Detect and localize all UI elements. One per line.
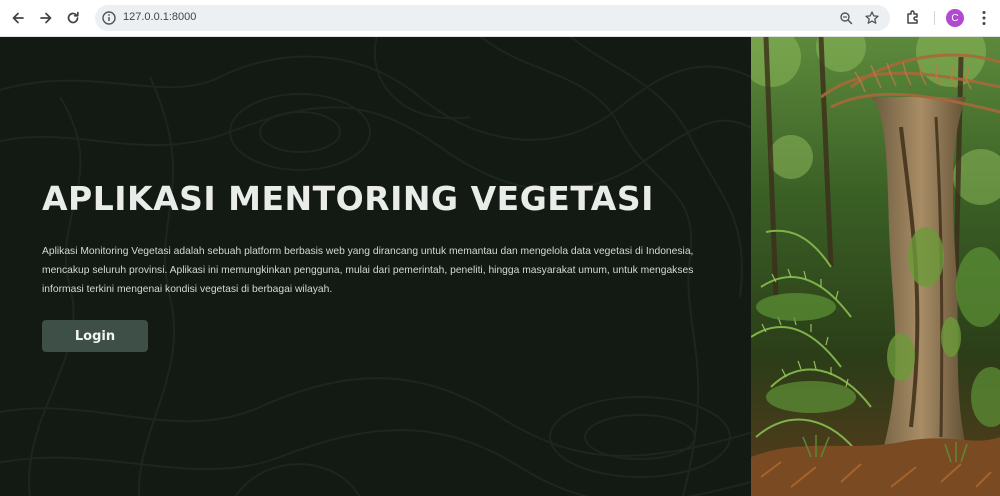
extensions-icon[interactable] — [903, 8, 923, 28]
login-button[interactable]: Login — [42, 320, 148, 352]
back-arrow-icon[interactable] — [7, 7, 29, 29]
url-text[interactable]: 127.0.0.1:8000 — [123, 11, 196, 23]
toolbar-divider — [934, 11, 935, 25]
landing-page: APLIKASI MENTORING VEGETASI Aplikasi Mon… — [0, 37, 1000, 496]
browser-toolbar: 127.0.0.1:8000 C — [0, 0, 1000, 37]
hero-section: APLIKASI MENTORING VEGETASI Aplikasi Mon… — [0, 37, 751, 496]
reload-icon[interactable] — [62, 7, 84, 29]
kebab-menu-icon[interactable] — [974, 8, 994, 28]
address-bar[interactable]: 127.0.0.1:8000 — [95, 5, 890, 31]
forward-arrow-icon[interactable] — [35, 7, 57, 29]
forest-image — [751, 37, 1000, 496]
page-title: APLIKASI MENTORING VEGETASI — [42, 179, 654, 218]
bookmark-star-icon[interactable] — [864, 10, 880, 26]
hero-description: Aplikasi Monitoring Vegetasi adalah sebu… — [42, 246, 694, 295]
profile-avatar[interactable]: C — [946, 9, 964, 27]
site-info-icon[interactable] — [101, 10, 117, 26]
zoom-icon[interactable] — [838, 10, 854, 26]
